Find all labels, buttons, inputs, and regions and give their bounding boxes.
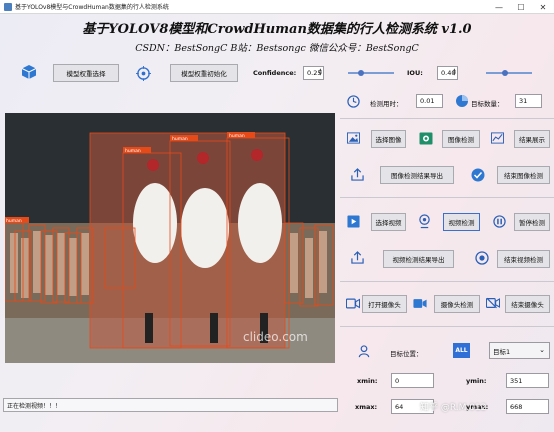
stop-circle-icon xyxy=(474,250,489,265)
image-detect-icon xyxy=(418,131,433,145)
init-weights-button[interactable]: 模型权重初始化 xyxy=(170,64,238,82)
video-section-divider xyxy=(340,197,554,198)
stop-camera-button[interactable]: 结束摄像头 xyxy=(505,295,550,313)
target-count-field: 31 xyxy=(515,94,542,108)
line-chart-icon xyxy=(490,131,504,145)
video-display: human human human human clideo.com xyxy=(5,113,335,363)
confidence-slider[interactable] xyxy=(348,70,394,76)
confidence-label: Confidence: xyxy=(253,69,297,77)
detect-time-label: 检测用时： xyxy=(370,100,403,108)
window-title: 基于YOLOv8模型与CrowdHuman数据集的行人检测系统 xyxy=(15,4,169,11)
target-position-label: 目标位置： xyxy=(390,350,423,358)
camera-detect-button[interactable]: 摄像头检测 xyxy=(434,295,480,313)
window-titlebar: 基于YOLOv8模型与CrowdHuman数据集的行人检测系统 — ☐ ✕ xyxy=(0,0,554,14)
camera-section-divider xyxy=(340,281,554,282)
video-watermark: clideo.com xyxy=(243,330,308,344)
target-select-dropdown[interactable]: 目标1 ⌄ xyxy=(489,342,550,359)
clock-icon xyxy=(346,94,360,108)
confidence-spinbox[interactable]: 0.25 ▲ ▼ xyxy=(303,66,324,80)
detection-label: human xyxy=(125,148,141,154)
target-section-divider xyxy=(340,326,554,327)
check-circle-icon xyxy=(470,167,485,182)
camera-off-icon xyxy=(485,296,500,310)
iou-slider-handle[interactable] xyxy=(502,70,508,76)
image-section-divider xyxy=(340,118,554,119)
webcam-icon xyxy=(417,213,432,229)
ymin-label: ymin: xyxy=(466,377,487,385)
upload-icon xyxy=(350,167,364,181)
video-camera-icon xyxy=(345,296,360,310)
detect-time-field: 0.01 xyxy=(416,94,443,108)
user-icon xyxy=(357,344,371,358)
xmax-label: xmax: xyxy=(355,403,378,411)
confidence-slider-handle[interactable] xyxy=(358,70,364,76)
stop-image-detection-button[interactable]: 结束图像检测 xyxy=(497,166,550,184)
pause-detection-button[interactable]: 暂停检测 xyxy=(514,213,550,231)
minimize-button[interactable]: — xyxy=(488,0,510,14)
upload-icon xyxy=(350,250,364,264)
detection-label: human xyxy=(6,218,22,224)
video-file-icon xyxy=(346,214,360,228)
target-icon xyxy=(134,64,152,82)
select-video-button[interactable]: 选择视频 xyxy=(371,213,406,231)
image-detect-button[interactable]: 图像检测 xyxy=(442,130,480,148)
overlay-watermark: 知乎 @R.M.012 xyxy=(420,403,487,413)
close-button[interactable]: ✕ xyxy=(532,0,554,14)
iou-label: IOU: xyxy=(407,69,423,77)
status-bar: 正在检测视频！！！ xyxy=(3,398,338,412)
select-weights-button[interactable]: 模型权重选择 xyxy=(53,64,119,82)
ymax-field: 668 xyxy=(506,399,549,414)
xmin-field: 0 xyxy=(391,373,434,388)
export-image-results-button[interactable]: 图像检测结果导出 xyxy=(380,166,454,184)
target-select-value: 目标1 xyxy=(493,347,511,356)
video-frame: human human human human clideo.com xyxy=(5,113,335,363)
detection-label: human xyxy=(229,133,245,139)
page-subtitle: CSDN：BestSongC B站：Bestsongc 微信公众号：BestSo… xyxy=(135,43,419,54)
image-icon xyxy=(346,131,360,145)
stop-video-detection-button[interactable]: 结束视频检测 xyxy=(497,250,550,268)
cube-icon xyxy=(20,63,38,81)
video-detect-button[interactable]: 视频检测 xyxy=(443,213,480,231)
page-title: 基于YOLOV8模型和CrowdHuman数据集的行人检测系统 v1.0 xyxy=(82,22,472,37)
select-image-button[interactable]: 选择图像 xyxy=(371,130,406,148)
maximize-button[interactable]: ☐ xyxy=(510,0,532,14)
export-video-results-button[interactable]: 视频检测结果导出 xyxy=(383,250,454,268)
target-count-label: 目标数量： xyxy=(471,100,504,108)
open-camera-button[interactable]: 打开摄像头 xyxy=(362,295,407,313)
iou-slider[interactable] xyxy=(486,70,532,76)
xmin-label: xmin: xyxy=(357,377,378,385)
app-icon xyxy=(4,2,12,11)
pause-icon xyxy=(492,214,506,228)
pie-chart-icon xyxy=(454,93,469,108)
detection-label: human xyxy=(172,136,188,142)
all-targets-icon[interactable]: ALL xyxy=(453,343,470,358)
show-result-button[interactable]: 结果展示 xyxy=(514,130,550,148)
chevron-down-icon: ⌄ xyxy=(539,346,545,354)
camera-detect-icon xyxy=(412,296,427,310)
iou-spinbox[interactable]: 0.40 ▲ ▼ xyxy=(437,66,458,80)
ymin-field: 351 xyxy=(506,373,549,388)
